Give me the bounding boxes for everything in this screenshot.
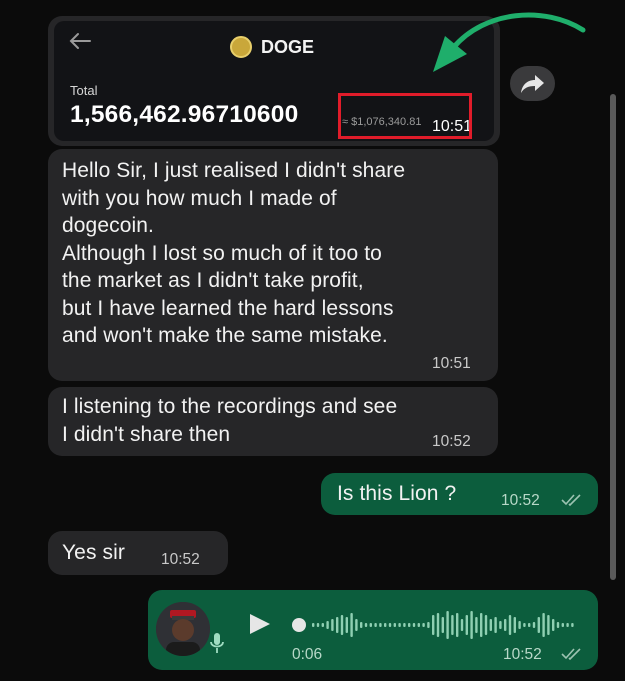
playhead[interactable]	[292, 618, 306, 632]
microphone-icon	[210, 633, 224, 653]
incoming-message[interactable]: I listening to the recordings and see I …	[48, 387, 498, 456]
message-text: Is this Lion ?	[337, 482, 457, 505]
coin-balance: 1,566,462.96710600	[70, 101, 299, 128]
message-time: 10:51	[432, 355, 471, 372]
avatar-image	[156, 602, 210, 656]
message-time: 10:52	[501, 492, 540, 509]
double-check-icon	[561, 648, 581, 661]
doge-coin-icon	[230, 36, 252, 58]
forward-button[interactable]	[510, 66, 555, 101]
message-time: 10:52	[432, 433, 471, 450]
play-icon[interactable]	[246, 611, 274, 637]
total-label: Total	[70, 83, 98, 98]
message-time: 10:52	[161, 551, 200, 568]
voice-duration: 0:06	[292, 646, 323, 663]
coin-title: DOGE	[261, 37, 315, 57]
message-text: Yes sir	[62, 541, 125, 564]
scrollbar[interactable]	[610, 94, 616, 580]
audio-waveform[interactable]	[290, 610, 580, 640]
outgoing-message[interactable]: Is this Lion ? 10:52	[321, 473, 598, 515]
back-arrow-icon	[69, 33, 91, 49]
highlight-box	[338, 93, 472, 139]
message-time: 10:52	[503, 646, 542, 663]
message-text: I listening to the recordings and see I …	[62, 395, 398, 446]
double-check-icon	[561, 494, 581, 507]
incoming-message[interactable]: Hello Sir, I just realised I didn't shar…	[48, 149, 498, 381]
avatar	[156, 602, 210, 656]
incoming-message[interactable]: Yes sir 10:52	[48, 531, 228, 575]
forward-share-icon	[521, 75, 544, 93]
message-text: Hello Sir, I just realised I didn't shar…	[62, 159, 406, 347]
